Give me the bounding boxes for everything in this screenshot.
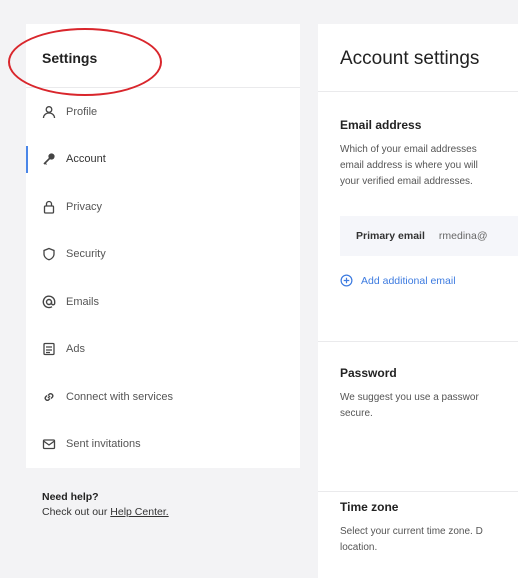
- at-icon: [42, 295, 56, 309]
- sidebar-item-label: Profile: [66, 105, 98, 118]
- timezone-section-description: Select your current time zone. D locatio…: [340, 524, 518, 556]
- settings-sidebar: Settings Profile Account Privacy Securit…: [26, 24, 300, 468]
- description-line: We suggest you use a passwor: [340, 392, 479, 403]
- sidebar-item-label: Privacy: [66, 200, 103, 213]
- help-text-prefix: Check out our: [42, 506, 108, 518]
- password-section-title: Password: [340, 366, 397, 380]
- help-title: Need help?: [42, 491, 99, 503]
- sidebar-item-account[interactable]: Account: [26, 136, 300, 184]
- primary-email-value: rmedina@: [438, 230, 488, 242]
- sidebar-item-label: Sent invitations: [66, 438, 141, 451]
- email-section-title: Email address: [340, 118, 422, 132]
- shield-icon: [42, 247, 56, 261]
- timezone-section: Time zone Select your current time zone.…: [318, 494, 518, 556]
- sidebar-item-label: Security: [66, 248, 106, 261]
- add-email-button[interactable]: Add additional email: [340, 274, 518, 287]
- sidebar-item-ads[interactable]: Ads: [26, 326, 300, 374]
- sidebar-item-emails[interactable]: Emails: [26, 278, 300, 326]
- primary-email-row: Primary email rmedina@: [340, 216, 518, 256]
- description-line: email address is where you will: [340, 160, 478, 171]
- ads-icon: [42, 342, 56, 356]
- lock-icon: [42, 200, 56, 214]
- sidebar-item-privacy[interactable]: Privacy: [26, 183, 300, 231]
- link-icon: [42, 390, 56, 404]
- help-center-link[interactable]: Help Center.: [110, 506, 168, 518]
- settings-nav: Profile Account Privacy Security Emails: [26, 88, 300, 468]
- sidebar-title: Settings: [26, 24, 300, 88]
- user-icon: [42, 105, 56, 119]
- sidebar-item-sent-invitations[interactable]: Sent invitations: [26, 421, 300, 469]
- sidebar-item-label: Emails: [66, 295, 100, 308]
- sidebar-item-profile[interactable]: Profile: [26, 88, 300, 136]
- add-email-label: Add additional email: [361, 274, 456, 287]
- description-line: Select your current time zone. D: [340, 526, 483, 537]
- plus-circle-icon: [340, 274, 353, 287]
- password-section: Password We suggest you use a passwor se…: [318, 342, 518, 492]
- description-line: Which of your email addresses: [340, 144, 477, 155]
- sidebar-item-label: Account: [66, 153, 106, 166]
- description-line: secure.: [340, 408, 373, 419]
- primary-email-label: Primary email: [356, 230, 425, 242]
- sidebar-item-label: Ads: [66, 343, 85, 356]
- sidebar-item-connect-services[interactable]: Connect with services: [26, 373, 300, 421]
- help-box: Need help? Check out our Help Center.: [42, 490, 169, 520]
- email-section: Email address Which of your email addres…: [318, 92, 518, 342]
- key-icon: [42, 152, 56, 166]
- account-settings-panel: Account settings Email address Which of …: [318, 24, 518, 578]
- sidebar-item-security[interactable]: Security: [26, 231, 300, 279]
- password-section-description: We suggest you use a passwor secure.: [340, 390, 518, 422]
- description-line: your verified email addresses.: [340, 176, 473, 187]
- sidebar-item-label: Connect with services: [66, 390, 173, 403]
- email-section-description: Which of your email addresses email addr…: [340, 142, 518, 190]
- page-title: Account settings: [318, 24, 518, 92]
- help-text: Check out our Help Center.: [42, 505, 169, 520]
- description-line: location.: [340, 542, 378, 553]
- mail-icon: [42, 437, 56, 451]
- timezone-section-title: Time zone: [340, 500, 399, 514]
